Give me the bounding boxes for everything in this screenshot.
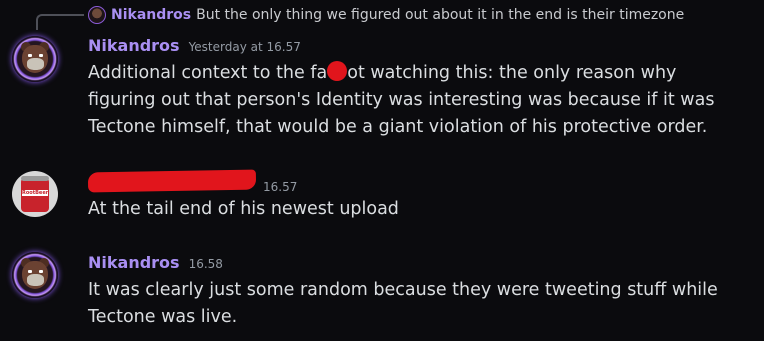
bear-eye-shape <box>39 270 43 273</box>
reply-connector-line <box>36 14 84 30</box>
message-header: 16.57 <box>87 169 297 194</box>
bear-snout-shape <box>27 274 44 286</box>
timestamp[interactable]: Yesterday at 16.57 <box>189 40 301 54</box>
username[interactable]: Nikandros <box>88 253 180 272</box>
message-header: Nikandros Yesterday at 16.57 <box>88 36 301 55</box>
bear-snout-shape <box>27 58 44 70</box>
message-content: It was clearly just some random because … <box>88 280 718 327</box>
message-text-part: Additional context to the fa <box>88 63 328 83</box>
bear-avatar-icon[interactable] <box>88 6 106 24</box>
timestamp[interactable]: 16.58 <box>189 257 223 271</box>
message-content: Additional context to the fa ot watching … <box>88 60 748 141</box>
reply-reference[interactable]: Nikandros But the only thing we figured … <box>88 5 684 25</box>
redacted-username <box>87 169 257 193</box>
username[interactable]: Nikandros <box>88 36 180 55</box>
reply-preview-text[interactable]: But the only thing we figured out about … <box>196 7 684 23</box>
reply-username[interactable]: Nikandros <box>111 7 191 23</box>
message-content: At the tail end of his newest upload <box>88 199 399 219</box>
redaction-mark <box>327 61 348 81</box>
bear-eye-shape <box>28 54 32 57</box>
can-top-shape <box>21 176 49 181</box>
bear-avatar-icon[interactable] <box>12 252 58 298</box>
timestamp[interactable]: 16.57 <box>263 180 297 194</box>
message-header: Nikandros 16.58 <box>88 253 223 272</box>
bear-avatar-icon[interactable] <box>12 36 58 82</box>
soda-can-avatar-icon[interactable]: RootBeer <box>12 171 58 217</box>
bear-eye-shape <box>28 270 32 273</box>
can-logo: RootBeer <box>22 190 48 196</box>
bear-eye-shape <box>39 54 43 57</box>
